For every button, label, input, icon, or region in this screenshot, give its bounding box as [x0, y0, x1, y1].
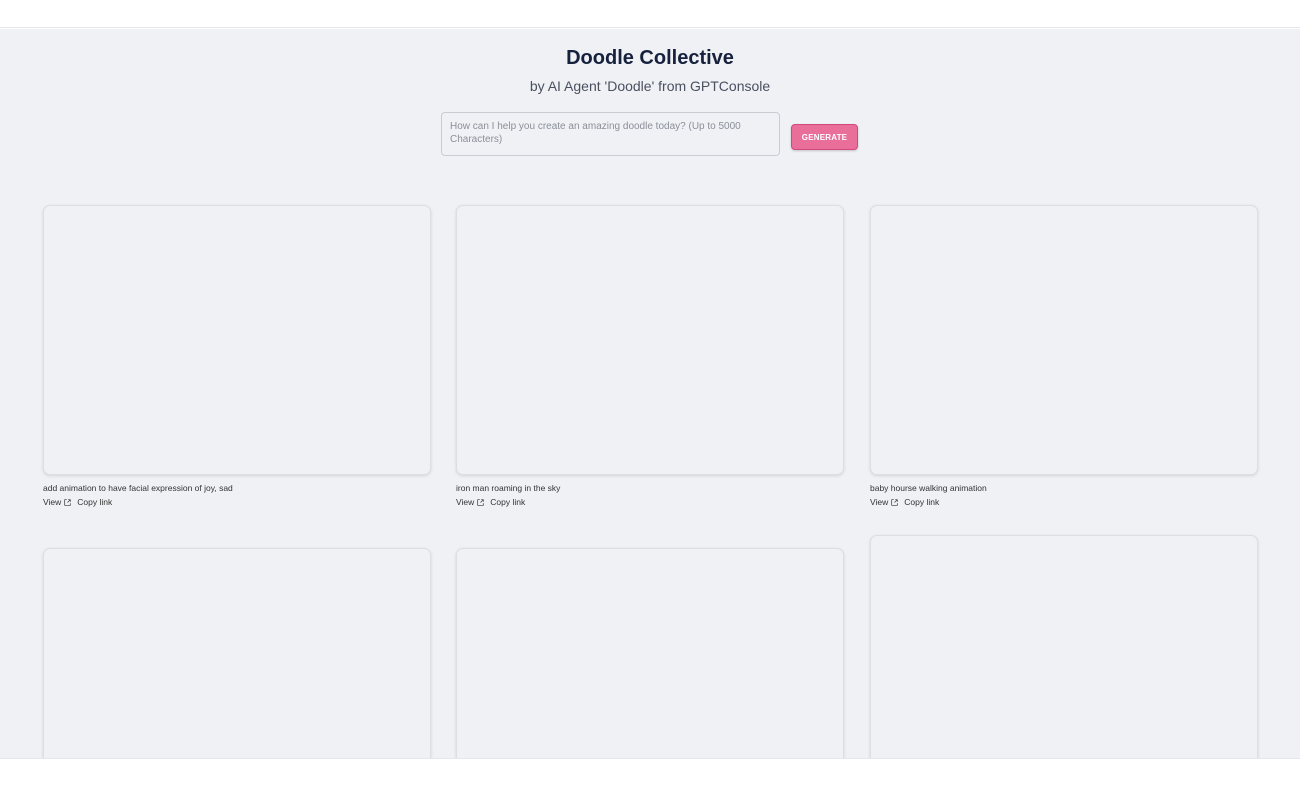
doodle-actions: View Copy link	[43, 497, 431, 507]
doodle-caption: add animation to have facial expression …	[43, 483, 233, 493]
prompt-input[interactable]	[441, 112, 780, 156]
generate-button[interactable]: GENERATE	[791, 124, 858, 150]
doodle-actions: View Copy link	[870, 497, 1258, 507]
external-link-icon[interactable]	[891, 498, 898, 506]
doodle-preview[interactable]	[870, 205, 1258, 475]
doodle-card	[456, 548, 844, 758]
doodle-caption: baby hourse walking animation	[870, 483, 987, 493]
doodle-preview[interactable]	[870, 535, 1258, 758]
doodle-preview[interactable]	[456, 205, 844, 475]
doodle-preview[interactable]	[456, 548, 844, 758]
view-link[interactable]: View	[456, 497, 474, 507]
view-link[interactable]: View	[870, 497, 888, 507]
doodle-actions: View Copy link	[456, 497, 844, 507]
bottom-bar	[0, 758, 1300, 788]
doodle-card: baby hourse walking animation View Copy …	[870, 205, 1258, 507]
doodle-card	[870, 535, 1258, 758]
copy-link-button[interactable]: Copy link	[904, 497, 939, 507]
doodle-card: add animation to have facial expression …	[43, 205, 431, 507]
top-bar	[0, 0, 1300, 28]
doodle-card	[43, 548, 431, 758]
doodle-preview[interactable]	[43, 548, 431, 758]
view-link[interactable]: View	[43, 497, 61, 507]
page-title: Doodle Collective	[566, 47, 734, 69]
page-content: Doodle Collective by AI Agent 'Doodle' f…	[0, 29, 1300, 758]
doodle-preview[interactable]	[43, 205, 431, 475]
external-link-icon[interactable]	[477, 498, 484, 506]
doodle-caption: iron man roaming in the sky	[456, 483, 561, 493]
doodle-card: iron man roaming in the sky View Copy li…	[456, 205, 844, 507]
copy-link-button[interactable]: Copy link	[490, 497, 525, 507]
external-link-icon[interactable]	[64, 498, 71, 506]
copy-link-button[interactable]: Copy link	[77, 497, 112, 507]
page-subtitle: by AI Agent 'Doodle' from GPTConsole	[529, 78, 771, 94]
